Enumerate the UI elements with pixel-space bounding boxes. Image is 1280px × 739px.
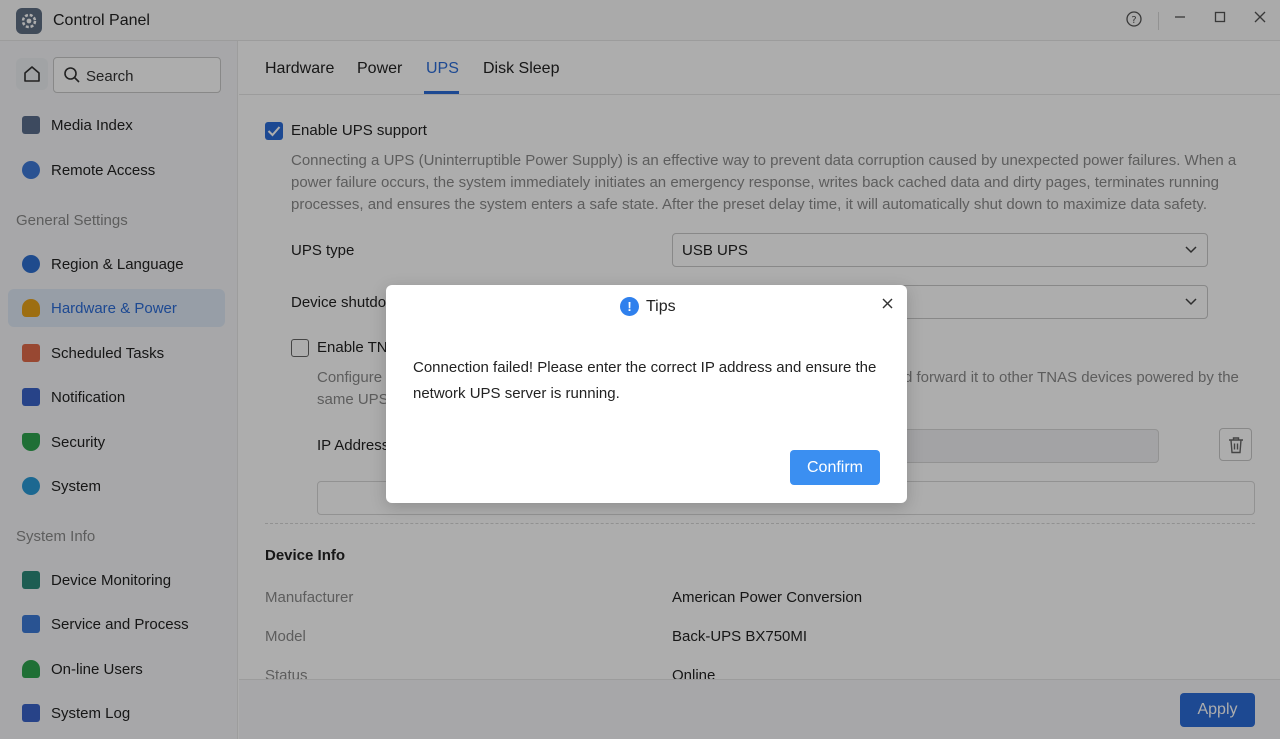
tips-dialog: ! Tips Connection failed! Please enter t… bbox=[386, 285, 907, 503]
info-exclamation-icon: ! bbox=[620, 297, 639, 316]
dialog-message: Connection failed! Please enter the corr… bbox=[413, 359, 877, 402]
dialog-title: Tips bbox=[646, 298, 676, 315]
confirm-button[interactable]: Confirm bbox=[790, 450, 880, 485]
dialog-close-icon[interactable] bbox=[879, 295, 897, 313]
